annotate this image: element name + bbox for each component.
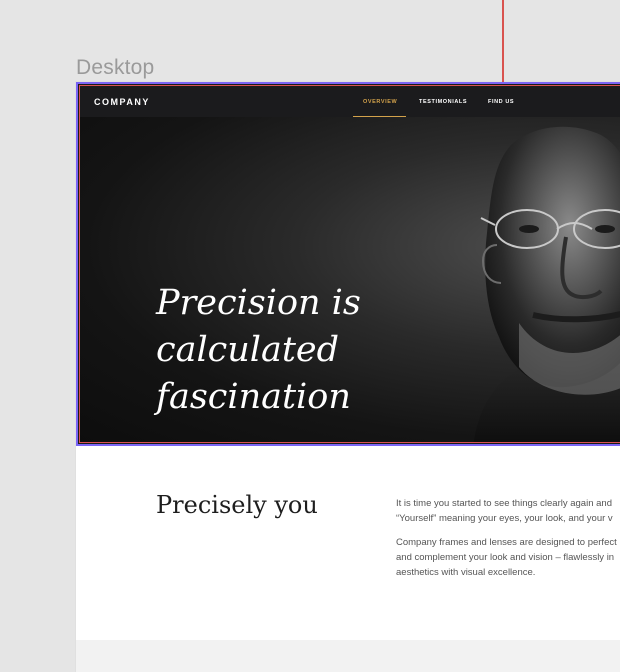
intro-copy: It is time you started to see things cle… [396,496,620,589]
paragraph-1-line-2: “Yourself” meaning your eyes, your look,… [396,513,613,524]
brand-logo[interactable]: COMPANY [94,97,150,107]
design-canvas: Desktop COMPANY OVERVIEW TESTIMONIALS FI… [0,0,620,672]
hero-headline-line-1: Precision is calculated [156,283,361,370]
section-title: Precisely you [156,491,318,519]
hero-headline: Precision is calculated fascination [156,280,516,421]
hero-selection-outline[interactable]: COMPANY OVERVIEW TESTIMONIALS FIND US Pr… [76,82,620,446]
paragraph-2-line-1: Company frames and lenses are designed t… [396,537,617,548]
top-navigation: COMPANY OVERVIEW TESTIMONIALS FIND US [80,86,620,117]
next-section-placeholder [76,640,620,672]
nav-overview[interactable]: OVERVIEW [363,99,397,105]
paragraph-2: Company frames and lenses are designed t… [396,535,620,580]
paragraph-1-line-1: It is time you started to see things cle… [396,498,612,509]
paragraph-1: It is time you started to see things cle… [396,496,620,526]
hero-headline-line-2: fascination [156,377,351,417]
paragraph-2-line-2: and complement your look and vision – fl… [396,552,615,563]
desktop-artboard[interactable]: COMPANY OVERVIEW TESTIMONIALS FIND US Pr… [76,82,620,672]
nav-active-underline [353,116,406,117]
intro-section: Precisely you It is time you started to … [76,446,620,640]
paragraph-2-line-3: aesthetics with visual excellence. [396,567,536,578]
hero-section[interactable]: COMPANY OVERVIEW TESTIMONIALS FIND US Pr… [79,85,620,443]
nav-testimonials[interactable]: TESTIMONIALS [419,99,467,105]
nav-find-us[interactable]: FIND US [488,99,514,105]
frame-label[interactable]: Desktop [76,56,154,80]
redline-marker [502,0,504,84]
